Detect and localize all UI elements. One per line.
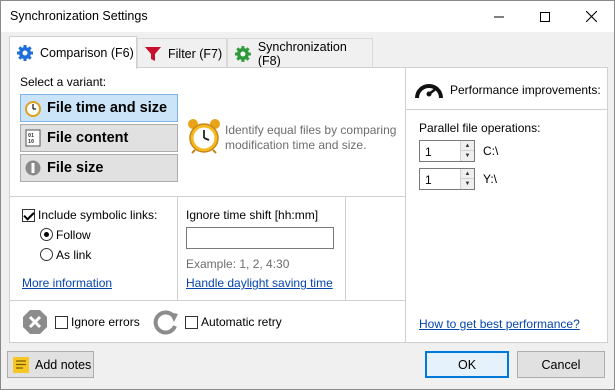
drive-y-label: Y:\ [483,172,498,186]
close-icon [585,11,597,22]
alarm-clock-icon [188,119,220,154]
variant-label: File time and size [47,100,168,116]
speedometer-icon [415,84,443,99]
variant-time-size-button[interactable]: File time and size [20,94,178,122]
timeshift-divider [345,196,346,300]
error-icon [23,310,47,334]
size-icon [25,160,41,176]
tab-label: Comparison (F6) [40,46,134,60]
add-notes-label: Add notes [35,357,92,372]
drive-c-label: C:\ [483,144,499,158]
symlink-follow-radio[interactable] [40,228,53,241]
automatic-retry-label: Automatic retry [201,315,282,329]
variant-description-line-2: modification time and size. [225,138,367,152]
tab-synchronization[interactable]: Synchronization (F8) [227,38,373,68]
gear-icon [17,45,33,61]
select-variant-label: Select a variant: [20,75,107,89]
daylight-saving-link[interactable]: Handle daylight saving time [186,276,333,290]
spinner-value: 1 [425,173,432,187]
spinner-value: 1 [425,145,432,159]
parallel-c-spinner[interactable]: 1 ▲ ▼ [419,140,475,162]
variant-size-button[interactable]: File size [20,154,178,182]
filter-icon [145,46,161,61]
ok-button[interactable]: OK [425,351,509,378]
parallel-y-spinner[interactable]: 1 ▲ ▼ [419,168,475,190]
parallel-operations-label: Parallel file operations: [419,121,541,135]
svg-text:10: 10 [28,139,34,145]
symlink-follow-label: Follow [56,228,91,242]
tab-filter[interactable]: Filter (F7) [137,38,227,68]
gear-icon [234,45,251,62]
symlink-divider [177,196,178,300]
title-bar: Synchronization Settings [1,1,614,32]
variant-label: File content [47,130,129,146]
symlinks-checkbox[interactable] [22,209,35,222]
retry-icon [153,310,178,335]
options-divider [10,300,405,301]
symlinks-label: Include symbolic links: [38,208,158,222]
minimize-button[interactable] [476,1,522,32]
tab-strip: Comparison (F6) Filter (F7) Synchronizat… [1,32,614,69]
ok-label: OK [457,357,477,372]
binary-file-icon: 01 10 [25,129,41,147]
tab-label: Filter (F7) [168,46,223,61]
add-notes-button[interactable]: Add notes [7,351,94,378]
ignore-errors-checkbox[interactable] [55,316,68,329]
variant-content-button[interactable]: 01 10 File content [20,124,178,152]
spin-up-button[interactable]: ▲ [461,141,474,151]
time-shift-example: Example: 1, 2, 4:30 [186,257,290,271]
symlink-aslink-radio[interactable] [40,248,53,261]
button-bar: Add notes OK Cancel [1,344,614,389]
spin-down-button[interactable]: ▼ [461,151,474,161]
symlink-aslink-label: As link [56,248,92,262]
clock-icon [25,101,41,117]
performance-divider [406,109,607,110]
tab-comparison[interactable]: Comparison (F6) [9,36,137,69]
ignore-errors-label: Ignore errors [71,315,140,329]
maximize-button[interactable] [522,1,568,32]
time-shift-input[interactable] [186,227,334,249]
variant-label: File size [47,160,104,176]
close-button[interactable] [568,1,614,32]
best-performance-link[interactable]: How to get best performance? [419,317,580,331]
window-title: Synchronization Settings [10,9,148,23]
time-shift-label: Ignore time shift [hh:mm] [186,208,319,222]
cancel-button[interactable]: Cancel [517,351,605,378]
spin-down-button[interactable]: ▼ [461,179,474,189]
more-information-link[interactable]: More information [22,276,112,290]
performance-title: Performance improvements: [450,83,601,97]
automatic-retry-checkbox[interactable] [185,316,198,329]
cancel-label: Cancel [541,357,581,372]
minimize-icon [494,16,504,17]
comparison-panel: Select a variant: File time and size 01 … [9,67,608,343]
variant-description-line-1: Identify equal files by comparing [225,123,397,137]
maximize-icon [540,11,550,22]
spin-up-button[interactable]: ▲ [461,169,474,179]
settings-window: Synchronization Settings Comparison (F6) [0,0,615,390]
tab-label: Synchronization (F8) [257,39,347,68]
notes-icon [13,356,29,373]
